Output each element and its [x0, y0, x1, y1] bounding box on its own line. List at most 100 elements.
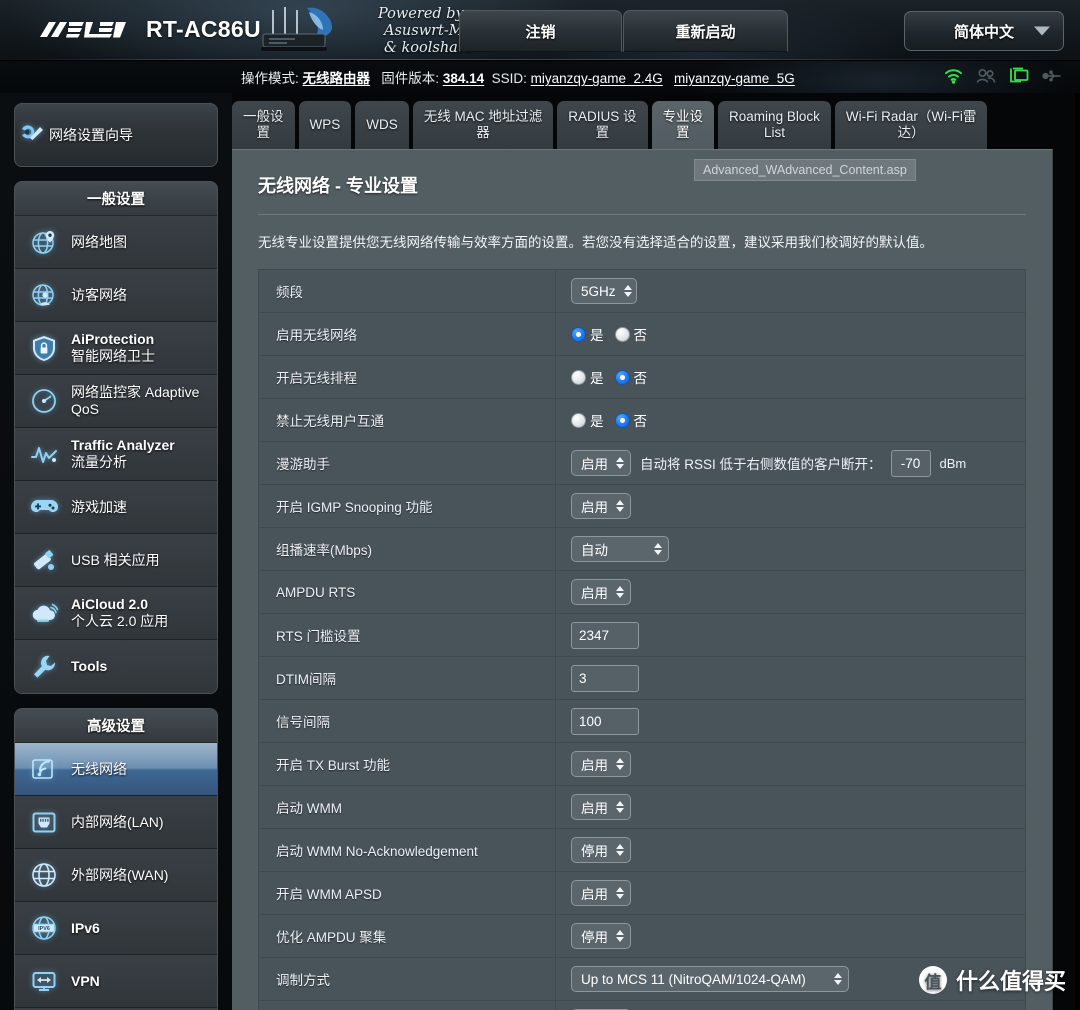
radio-no-label: 否: [633, 414, 648, 429]
sidebar-general-group: 一般设置 网络地图 访客网络 AiProtection 智能网络卫士 网络监控家…: [14, 181, 218, 694]
radio-yes[interactable]: 是: [571, 324, 604, 344]
radio-yes[interactable]: 是: [571, 410, 604, 430]
tx-burst-select[interactable]: 启用: [571, 751, 631, 777]
sidebar-item-ipv6[interactable]: IPV6 IPv6: [15, 902, 217, 955]
radio-dot-icon: [614, 326, 630, 342]
radio-no[interactable]: 否: [614, 410, 648, 430]
clients-icon[interactable]: [976, 68, 996, 89]
sidebar-item-game-boost[interactable]: 游戏加速: [15, 481, 217, 534]
page-description: 无线专业设置提供您无线网络传输与效率方面的设置。若您没有选择适合的设置，建议采用…: [258, 235, 933, 250]
reboot-button[interactable]: 重新启动: [623, 10, 788, 52]
tab-wps[interactable]: WPS: [298, 101, 352, 149]
setting-label: DTIM间隔: [258, 656, 556, 700]
band-value: 5GHz: [581, 283, 616, 299]
setting-label: 禁止无线用户互通: [258, 398, 556, 442]
wizard-icon: [15, 118, 49, 152]
usb-drive-icon: [27, 543, 61, 577]
setting-label: 优化 AMPDU 聚集: [258, 914, 556, 958]
sidebar-advanced-group: 高级设置 无线网络 内部网络(LAN) 外部网络(WAN) IPV6 IPv6 …: [14, 708, 218, 1010]
tab-radius[interactable]: RADIUS 设 置: [557, 101, 648, 149]
band-select[interactable]: 5GHz: [571, 278, 637, 304]
setting-label: 调制方式: [258, 957, 556, 1001]
sidebar-label: 外部网络(WAN): [71, 866, 169, 883]
language-selector[interactable]: 简体中文: [904, 11, 1064, 51]
rts-threshold-input[interactable]: [571, 621, 639, 649]
sidebar-item-wizard[interactable]: 网络设置向导: [14, 103, 218, 167]
radio-no[interactable]: 否: [614, 367, 647, 387]
rssi-threshold-input[interactable]: [890, 449, 931, 477]
stepper-arrows-icon: [654, 543, 662, 555]
tab-mac-filter[interactable]: 无线 MAC 地址过滤 器: [412, 101, 554, 149]
sidebar-item-tools[interactable]: Tools: [15, 640, 217, 693]
setting-label: 启动 WMM No-Acknowledgement: [258, 828, 556, 872]
ampdu-rts-value: 启用: [581, 586, 608, 601]
sidebar-item-network-map[interactable]: 网络地图: [15, 216, 217, 269]
ssid-24g-link[interactable]: miyanzqy-game_2.4G: [531, 71, 663, 86]
radio-dot-icon: [571, 369, 586, 385]
scrollbar[interactable]: [1075, 93, 1080, 1010]
gauge-icon: [27, 384, 61, 418]
sidebar-label: 无线网络: [71, 760, 127, 777]
monitor-icon[interactable]: [1009, 67, 1029, 89]
settings-panel: 无线网络 - 专业设置 无线专业设置提供您无线网络传输与效率方面的设置。若您没有…: [232, 149, 1053, 1010]
router-illustration: [261, 7, 333, 51]
enable-wireless-radio-group: 是 否: [571, 324, 1025, 344]
logout-button[interactable]: 注销: [459, 10, 622, 52]
modulation-scheme-select[interactable]: Up to MCS 11 (NitroQAM/1024-QAM): [571, 966, 849, 992]
ssid-5g-link[interactable]: miyanzqy-game_5G: [674, 71, 795, 86]
wifi-icon[interactable]: [944, 68, 963, 89]
status-info: 操作模式: 无线路由器 固件版本: 384.14 SSID: miyanzqy-…: [241, 67, 795, 87]
ssid-label: SSID:: [491, 71, 527, 86]
multicast-rate-value: 自动: [581, 543, 608, 558]
optimize-ampdu-select[interactable]: 停用: [571, 923, 631, 949]
operation-mode-label: 操作模式:: [241, 71, 299, 86]
sidebar-item-wireless[interactable]: 无线网络: [15, 743, 217, 796]
cloud-icon: [27, 596, 61, 630]
watermark-badge: 值: [918, 966, 947, 994]
sidebar-label-en: AiProtection: [71, 331, 155, 347]
sidebar-item-traffic-analyzer[interactable]: Traffic Analyzer 流量分析: [15, 428, 217, 481]
sidebar-label: 游戏加速: [71, 498, 127, 515]
multicast-rate-select[interactable]: 自动: [571, 536, 669, 562]
wmm-no-ack-select[interactable]: 停用: [571, 837, 631, 863]
beacon-interval-input[interactable]: [571, 707, 639, 735]
tab-wds[interactable]: WDS: [355, 101, 409, 149]
sidebar-item-guest-network[interactable]: 访客网络: [15, 269, 217, 322]
sidebar-item-vpn[interactable]: VPN: [15, 955, 217, 1008]
sidebar-label-cn: 个人云 2.0 应用: [71, 613, 169, 629]
ampdu-rts-select[interactable]: 启用: [571, 579, 631, 605]
tab-wifi-radar[interactable]: Wi-Fi Radar（Wi-Fi雷 达）: [834, 101, 988, 149]
wmm-apsd-value: 启用: [581, 887, 608, 902]
sidebar-item-aiprotection[interactable]: AiProtection 智能网络卫士: [15, 322, 217, 375]
radio-yes-label: 是: [590, 328, 604, 343]
tab-roaming-block-list[interactable]: Roaming Block List: [718, 101, 831, 149]
traffic-analyzer-icon: [27, 437, 61, 471]
sidebar-label-cn: 智能网络卫士: [71, 348, 155, 364]
wmm-apsd-select[interactable]: 启用: [571, 880, 631, 906]
sidebar-item-lan[interactable]: 内部网络(LAN): [15, 796, 217, 849]
sidebar-item-wan[interactable]: 外部网络(WAN): [15, 849, 217, 902]
stepper-arrows-icon: [616, 500, 624, 512]
tab-bar: 一般设 置 WPS WDS 无线 MAC 地址过滤 器 RADIUS 设 置 专…: [232, 101, 991, 149]
radio-no[interactable]: 否: [614, 324, 647, 344]
wmm-select[interactable]: 启用: [571, 794, 631, 820]
sidebar-item-aicloud[interactable]: AiCloud 2.0 个人云 2.0 应用: [15, 587, 217, 640]
tab-general[interactable]: 一般设 置: [232, 101, 295, 149]
tab-professional[interactable]: 专业设 置: [651, 101, 715, 149]
sidebar-item-usb-application[interactable]: USB 相关应用: [15, 534, 217, 587]
table-row: 调制方式 Up to MCS 11 (NitroQAM/1024-QAM): [258, 957, 1026, 1001]
igmp-snooping-select[interactable]: 启用: [571, 493, 631, 519]
radio-dot-icon: [571, 326, 586, 342]
sidebar: 网络设置向导 一般设置 网络地图 访客网络 AiProtection 智能网络卫…: [0, 93, 232, 1010]
sidebar-label-cn: 流量分析: [71, 454, 127, 470]
roaming-assistant-select[interactable]: 启用: [571, 450, 631, 476]
table-row: 禁止无线用户互通 是 否: [258, 398, 1026, 442]
sidebar-label: 网络监控家 Adaptive QoS: [71, 384, 200, 417]
usb-icon[interactable]: [1042, 69, 1062, 88]
sidebar-item-adaptive-qos[interactable]: 网络监控家 Adaptive QoS: [15, 375, 217, 428]
radio-yes[interactable]: 是: [571, 367, 604, 387]
optimize-ampdu-value: 停用: [581, 930, 608, 945]
dtim-interval-input[interactable]: [571, 664, 639, 692]
operation-mode-value[interactable]: 无线路由器: [303, 71, 371, 86]
firmware-version[interactable]: 384.14: [443, 71, 484, 86]
